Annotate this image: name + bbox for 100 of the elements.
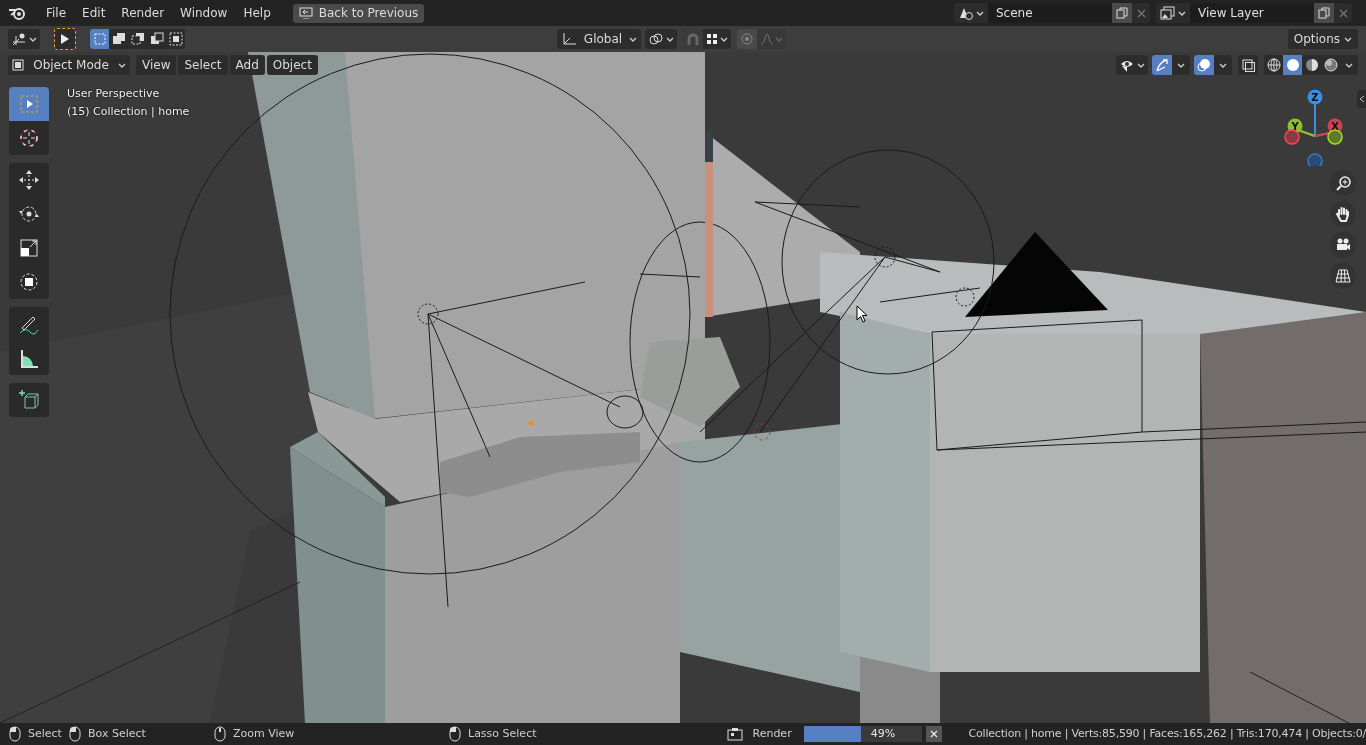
sphere-icon	[1285, 58, 1300, 72]
back-to-previous-button[interactable]: Back to Previous	[292, 3, 425, 23]
menu-item[interactable]: Window	[172, 4, 236, 22]
image-stack-icon	[1160, 6, 1176, 20]
snap-toggle-button[interactable]	[683, 29, 703, 49]
scene-type-button[interactable]	[954, 3, 988, 23]
copy-icon	[1116, 7, 1128, 19]
caret-icon	[29, 35, 37, 43]
sphere-icon	[1304, 58, 1319, 72]
caret-icon	[1137, 61, 1145, 69]
mouse-icon	[8, 725, 22, 743]
hand-icon	[1335, 206, 1351, 222]
falloff-curve-icon	[760, 33, 774, 45]
pin-axes-icon	[11, 32, 27, 46]
close-button[interactable]	[1334, 3, 1352, 23]
visibility-dropdown[interactable]	[1116, 55, 1148, 75]
camera-view-button[interactable]	[1330, 232, 1356, 258]
copy-button[interactable]	[1112, 3, 1132, 23]
caret-icon	[1344, 35, 1352, 43]
caret-icon	[666, 35, 674, 43]
close-icon	[1136, 8, 1146, 18]
axis-gizmo[interactable]: Z Y X	[1284, 89, 1343, 166]
cancel-render-button[interactable]	[925, 726, 942, 742]
close-icon	[1338, 8, 1348, 18]
caret-icon	[976, 9, 984, 17]
caret-icon	[1178, 9, 1186, 17]
axes-icon	[561, 32, 577, 46]
xray-toggle-button[interactable]	[1238, 55, 1258, 75]
move-tool-icon	[18, 169, 40, 191]
mouse-icon	[68, 725, 82, 743]
viewport-info-text: (15) Collection | home	[67, 104, 190, 119]
viewport-menu-button[interactable]: Object	[266, 55, 318, 75]
selection-mode-icon	[92, 32, 107, 46]
eye-pointer-icon	[1119, 58, 1135, 72]
selection-mode-icon	[149, 32, 164, 46]
menu-item[interactable]: Render	[113, 4, 173, 22]
viewport-menu-button[interactable]: Add	[229, 55, 265, 75]
menu-item[interactable]: File	[38, 4, 75, 22]
progress-percent-text: 49%	[870, 725, 896, 742]
zoom-button[interactable]	[1330, 170, 1356, 196]
menu-item[interactable]: Help	[235, 4, 279, 22]
sidebar-toggle-button[interactable]	[1357, 90, 1366, 108]
selection-mode-button[interactable]	[166, 29, 185, 49]
selection-mode-icon	[130, 32, 145, 46]
sphere-icon	[1266, 58, 1281, 72]
active-tool-button[interactable]	[54, 28, 76, 50]
object-mode-icon	[12, 59, 24, 71]
close-button[interactable]	[1132, 3, 1150, 23]
camera-icon	[1335, 237, 1351, 253]
viewport-info-text: User Perspective	[67, 86, 161, 101]
shapes-icon	[958, 6, 974, 20]
caret-icon	[775, 35, 783, 43]
close-icon	[929, 730, 938, 738]
measure-tool-icon	[18, 347, 40, 369]
xray-squares-icon	[1241, 58, 1255, 72]
mouse-icon	[213, 725, 227, 743]
pan-button[interactable]	[1330, 201, 1356, 227]
caret-icon	[1177, 61, 1185, 69]
status-hint-text: Box Select	[88, 725, 146, 742]
overlays-toggle-button[interactable]	[1194, 55, 1214, 75]
cursor-arrow-icon	[60, 33, 70, 45]
status-hint-text: Lasso Select	[468, 725, 537, 742]
render-job-icon	[726, 727, 743, 741]
target-icon	[741, 33, 753, 45]
copy-button[interactable]	[1314, 3, 1334, 23]
link-icon	[648, 32, 664, 46]
object-mode-dropdown[interactable]: Object Mode	[8, 55, 130, 75]
copy-icon	[1318, 7, 1330, 19]
viewport-menu-button[interactable]: Select	[178, 55, 228, 75]
sphere-icon	[1323, 58, 1338, 72]
tool-settings-button[interactable]	[8, 29, 40, 49]
screen-back-icon	[298, 7, 313, 19]
zoom-in-icon	[1335, 175, 1351, 191]
pivot-point-dropdown[interactable]	[645, 29, 677, 49]
gizmo-toggle-button[interactable]	[1152, 55, 1172, 75]
add-cube-tool-icon	[18, 389, 40, 411]
grid-dots-icon	[706, 33, 718, 45]
perspective-toggle-button[interactable]	[1330, 263, 1356, 289]
transform-tool-icon	[18, 271, 40, 293]
blender-logo-icon	[8, 6, 26, 20]
view-layer-type-button[interactable]	[1156, 3, 1190, 23]
status-hint-text: Select	[28, 725, 62, 742]
shading-mode-button[interactable]	[1264, 55, 1283, 75]
viewport-menu-button[interactable]: View	[136, 55, 177, 75]
caret-icon	[118, 61, 126, 69]
scene-field[interactable]: Scene	[988, 3, 1112, 23]
caret-icon	[1345, 61, 1353, 69]
selection-mode-icon	[111, 32, 126, 46]
view-layer-field[interactable]: View Layer	[1190, 3, 1314, 23]
scale-tool-icon	[18, 237, 40, 259]
menu-item[interactable]: Edit	[74, 4, 114, 22]
rotate-tool-icon	[18, 203, 40, 225]
cursor-tool-icon	[18, 127, 40, 149]
grid-plane-icon	[1335, 268, 1351, 284]
options-dropdown[interactable]: Options	[1287, 29, 1358, 49]
magnet-icon	[686, 32, 700, 46]
mouse-pointer-icon	[856, 305, 868, 323]
overlay-circles-icon	[1197, 58, 1211, 72]
select-tool-icon	[18, 93, 40, 115]
transform-orientation-dropdown[interactable]: Global	[557, 29, 641, 49]
